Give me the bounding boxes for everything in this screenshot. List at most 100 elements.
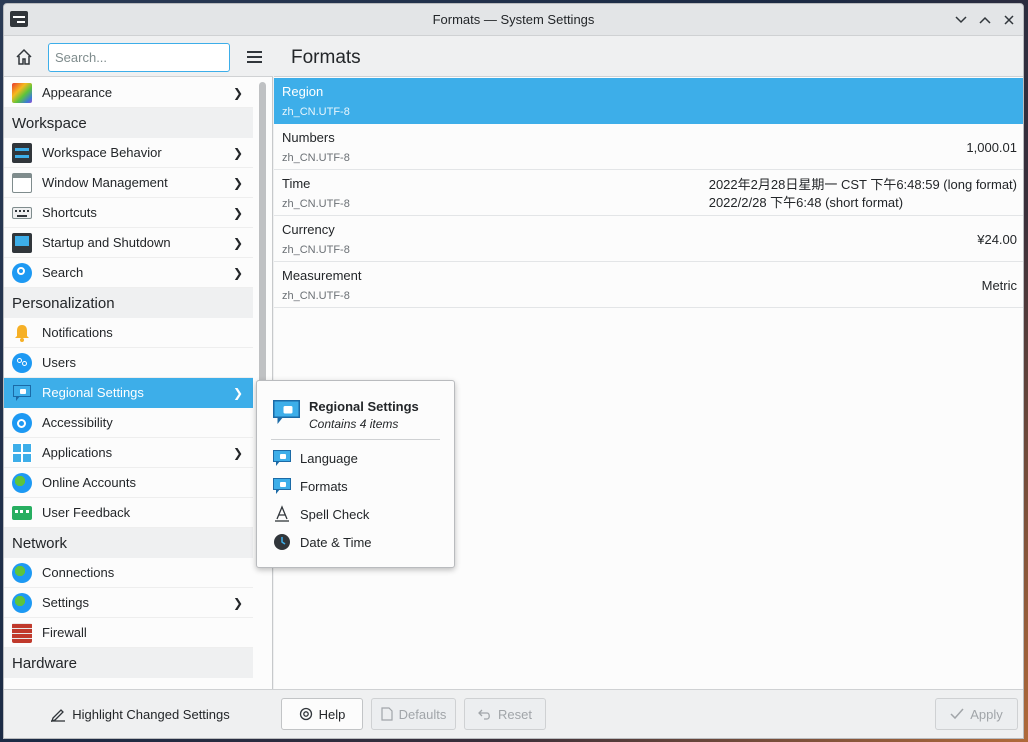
popup-item-date-time[interactable]: Date & Time	[273, 531, 372, 553]
sidebar-item-label: Settings	[42, 595, 89, 610]
sidebar-item-appearance[interactable]: Appearance ❯	[4, 78, 253, 108]
format-locale: zh_CN.UTF-8	[282, 290, 350, 302]
language-icon	[273, 449, 291, 467]
chevron-right-icon: ❯	[232, 176, 243, 190]
sidebar-item-network-settings[interactable]: Settings ❯	[4, 588, 253, 618]
close-button[interactable]	[999, 10, 1019, 30]
popup-item-label: Formats	[300, 478, 348, 494]
highlight-changed-settings-button[interactable]: Highlight Changed Settings	[40, 698, 240, 730]
format-locale: zh_CN.UTF-8	[282, 198, 350, 210]
section-header-network: Network	[4, 528, 253, 558]
popup-title: Regional Settings	[309, 399, 419, 414]
home-icon	[16, 48, 32, 65]
format-name: Time	[282, 176, 311, 191]
defaults-label: Defaults	[398, 706, 447, 722]
sidebar-item-label: Online Accounts	[42, 475, 136, 490]
formats-icon	[273, 477, 291, 495]
popup-item-formats[interactable]: Formats	[273, 475, 348, 497]
sidebar-item-label: Users	[42, 355, 76, 370]
format-value: Metric	[981, 278, 1017, 293]
sidebar: Appearance ❯ Workspace Workspace Behavio…	[4, 37, 273, 689]
sidebar-item-applications[interactable]: Applications ❯	[4, 438, 253, 468]
format-row-currency[interactable]: Currency zh_CN.UTF-8 ¥24.00	[274, 216, 1023, 262]
sidebar-header	[4, 37, 273, 77]
accessibility-icon	[12, 412, 32, 433]
content-header: Formats	[274, 37, 1023, 77]
search-icon	[12, 262, 32, 283]
window-title: Formats — System Settings	[432, 12, 595, 27]
sidebar-item-label: Connections	[42, 565, 115, 580]
search-input[interactable]	[48, 43, 230, 72]
popup-item-language[interactable]: Language	[273, 447, 358, 469]
main-content: Formats Region zh_CN.UTF-8 Numbers zh_CN…	[274, 37, 1023, 689]
sidebar-item-connections[interactable]: Connections	[4, 558, 253, 588]
apply-label: Apply	[970, 706, 1003, 722]
scrollbar-thumb[interactable]	[259, 82, 266, 412]
section-header-personalization: Personalization	[4, 288, 253, 318]
format-name: Numbers	[282, 130, 335, 145]
pen-icon	[51, 709, 66, 722]
format-value: 1,000.01	[966, 140, 1017, 155]
sidebar-item-search[interactable]: Search ❯	[4, 258, 253, 288]
title-bar[interactable]: Formats — System Settings	[4, 4, 1023, 36]
sidebar-item-notifications[interactable]: Notifications	[4, 318, 253, 348]
format-row-numbers[interactable]: Numbers zh_CN.UTF-8 1,000.01	[274, 124, 1023, 170]
sidebar-item-label: Regional Settings	[42, 385, 144, 400]
minimize-button[interactable]	[951, 10, 971, 30]
apply-button[interactable]: Apply	[935, 698, 1018, 730]
sidebar-item-label: Workspace Behavior	[42, 145, 162, 160]
format-row-region[interactable]: Region zh_CN.UTF-8	[274, 78, 1023, 124]
popup-item-label: Date & Time	[300, 534, 372, 550]
system-settings-window: Formats — System Settings Search... Appe…	[3, 3, 1024, 739]
chevron-right-icon: ❯	[232, 206, 243, 220]
user-feedback-icon	[12, 505, 32, 520]
popup-item-spell-check[interactable]: Spell Check	[273, 503, 369, 525]
format-locale: zh_CN.UTF-8	[282, 106, 350, 118]
hamburger-menu-button[interactable]	[240, 44, 268, 70]
help-button[interactable]: Help	[281, 698, 363, 730]
sidebar-item-shortcuts[interactable]: Shortcuts ❯	[4, 198, 253, 228]
chevron-right-icon: ❯	[232, 86, 243, 100]
sidebar-item-label: Accessibility	[42, 415, 113, 430]
format-row-time[interactable]: Time zh_CN.UTF-8 2022年2月28日星期一 CST 下午6:4…	[274, 170, 1023, 216]
chevron-right-icon: ❯	[232, 446, 243, 460]
sidebar-item-online-accounts[interactable]: Online Accounts	[4, 468, 253, 498]
regional-settings-icon	[273, 400, 301, 426]
close-icon	[1004, 15, 1014, 25]
regional-settings-icon	[12, 383, 32, 403]
startup-shutdown-icon	[12, 232, 32, 253]
sidebar-item-label: Applications	[42, 445, 113, 460]
chevron-right-icon: ❯	[232, 266, 243, 280]
format-name: Measurement	[282, 268, 362, 283]
chevron-right-icon: ❯	[232, 146, 243, 160]
sidebar-item-startup-shutdown[interactable]: Startup and Shutdown ❯	[4, 228, 253, 258]
sidebar-item-label: Shortcuts	[42, 205, 97, 220]
defaults-button[interactable]: Defaults	[371, 698, 456, 730]
sidebar-item-regional-settings[interactable]: Regional Settings ❯	[4, 378, 253, 408]
clock-icon	[273, 533, 291, 551]
sidebar-item-users[interactable]: Users	[4, 348, 253, 378]
sidebar-item-label: Appearance	[42, 85, 113, 100]
sidebar-item-firewall[interactable]: Firewall	[4, 618, 253, 648]
reset-button[interactable]: Reset	[464, 698, 546, 730]
format-row-measurement[interactable]: Measurement zh_CN.UTF-8 Metric	[274, 262, 1023, 308]
sidebar-item-workspace-behavior[interactable]: Workspace Behavior ❯	[4, 138, 253, 168]
sidebar-item-accessibility[interactable]: Accessibility	[4, 408, 253, 438]
spell-check-icon	[273, 505, 291, 523]
sidebar-list: Appearance ❯ Workspace Workspace Behavio…	[4, 78, 253, 688]
chevron-right-icon: ❯	[232, 236, 243, 250]
popup-divider	[271, 439, 440, 440]
globe-icon	[12, 562, 32, 583]
page-title: Formats	[291, 47, 361, 68]
sidebar-item-label: Notifications	[42, 325, 113, 340]
sidebar-item-window-management[interactable]: Window Management ❯	[4, 168, 253, 198]
chevron-right-icon: ❯	[232, 386, 243, 400]
checkmark-icon	[950, 708, 964, 720]
sidebar-item-user-feedback[interactable]: User Feedback	[4, 498, 253, 528]
time-short-format: 2022/2/28 下午6:48 (short format)	[708, 195, 904, 210]
home-button[interactable]	[10, 44, 38, 70]
maximize-button[interactable]	[975, 10, 995, 30]
firewall-icon	[12, 622, 32, 643]
bell-icon	[12, 323, 32, 343]
footer-bar: Highlight Changed Settings Help Defaults…	[4, 689, 1023, 738]
